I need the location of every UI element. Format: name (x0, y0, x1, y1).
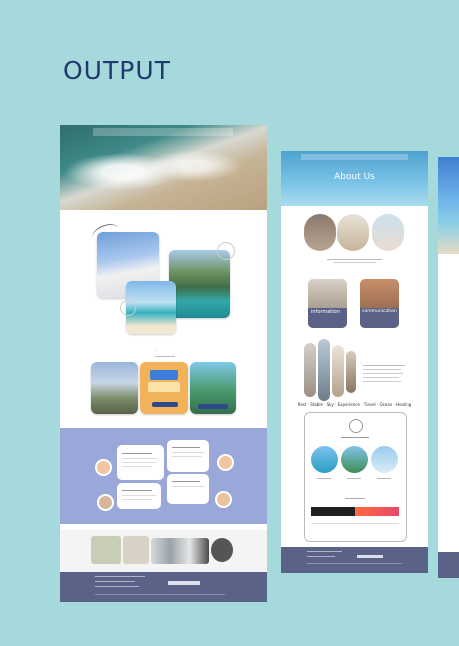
reviewer-avatar (215, 491, 232, 508)
reviewer-avatar (97, 494, 114, 511)
circle-photo-palm (341, 446, 368, 473)
mockup-page-main: · · · · · · (60, 125, 267, 602)
events-label: · (155, 348, 157, 353)
footer (438, 552, 459, 578)
collage-strip (332, 345, 344, 397)
partial-hero-image (438, 157, 459, 254)
top-navigation: · · · · · (93, 128, 233, 136)
reviewer-avatar (217, 454, 234, 471)
collage-strip (318, 339, 330, 401)
mockup-page-partial (438, 157, 459, 578)
product-toiletries[interactable] (151, 538, 209, 564)
top-navigation (301, 154, 408, 160)
card-information-label: information (311, 309, 340, 315)
intro-photo-couple (304, 214, 336, 251)
circle-decoration (120, 300, 136, 316)
hero-beach-image (60, 125, 267, 210)
product-bottle[interactable] (91, 536, 121, 564)
card-communication-label: communication (362, 309, 397, 314)
collage-strip (304, 343, 316, 397)
card-information[interactable]: information (308, 279, 347, 328)
about-hero-title: About Us (334, 172, 375, 182)
feature-box (304, 412, 407, 542)
event-card-kinabalu[interactable] (190, 362, 236, 414)
tagline: Rest · Stable · Sky · Experience · Trave… (297, 402, 412, 407)
intro-photo-girl (372, 214, 404, 251)
reviewer-avatar (95, 459, 112, 476)
photo-island (169, 250, 230, 318)
circle-photo-sea (311, 446, 338, 473)
product-tote-bag[interactable] (123, 536, 149, 564)
reviews-section (60, 428, 267, 524)
review-bubble (167, 474, 209, 504)
circle-photo-airplane (371, 446, 398, 473)
event-card-promo[interactable] (140, 362, 188, 414)
mockup-page-about: About Us information communication Rest … (281, 151, 428, 573)
event-card-mountain[interactable] (91, 362, 138, 414)
circle-decoration (217, 242, 235, 260)
collage-strip (346, 351, 356, 393)
cta-button-bar[interactable] (311, 507, 399, 516)
product-earbuds[interactable] (211, 538, 233, 562)
page-heading: OUTPUT (63, 56, 171, 85)
footer (281, 547, 428, 573)
footer (60, 572, 267, 602)
intro-photo-traveler (337, 214, 369, 251)
social-icons[interactable] (168, 581, 200, 585)
review-bubble (117, 445, 164, 480)
review-bubble (117, 483, 161, 509)
review-bubble (167, 440, 209, 472)
card-communication[interactable]: communication (360, 279, 399, 328)
social-icons[interactable] (357, 555, 383, 558)
logo-emblem (349, 419, 363, 433)
products-strip (60, 530, 267, 572)
